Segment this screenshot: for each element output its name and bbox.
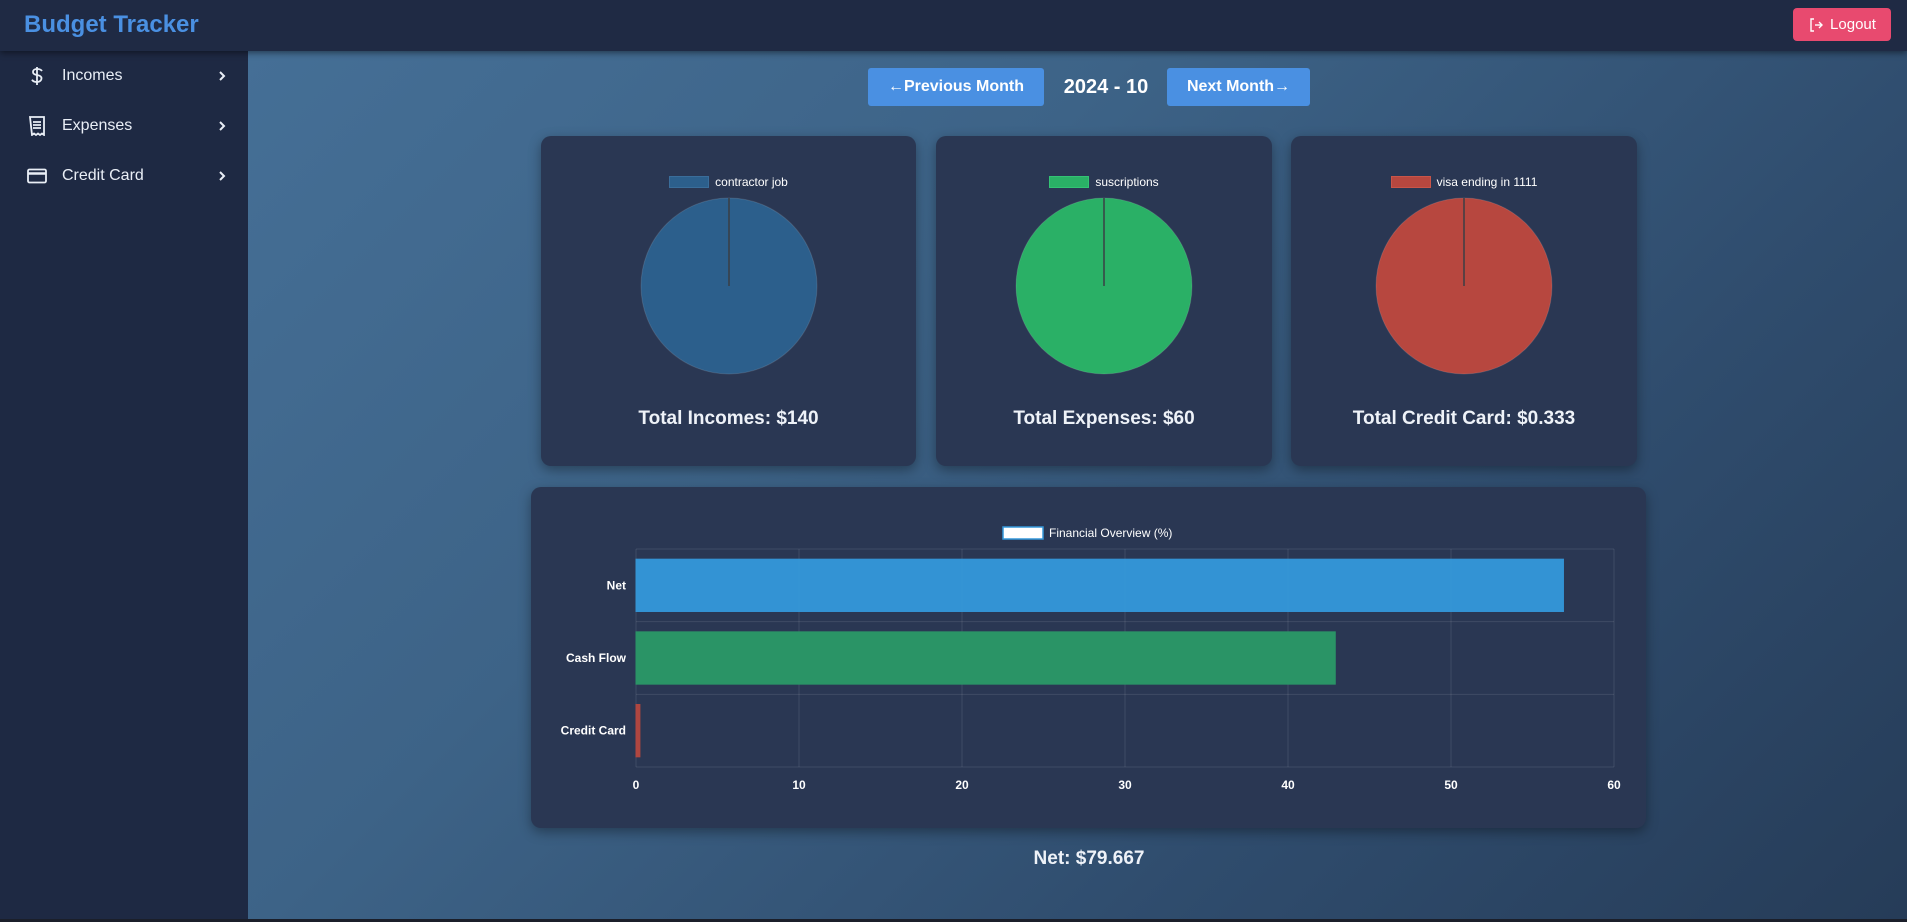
x-tick-label: 50	[1444, 778, 1458, 792]
logout-icon	[1810, 17, 1824, 32]
sidebar-item-label: Incomes	[62, 67, 123, 84]
total-credit-card: Total Credit Card: $0.333	[1352, 408, 1576, 429]
x-tick-label: 60	[1607, 778, 1621, 792]
arrow-right-icon: →	[1274, 78, 1291, 95]
chevron-right-icon	[219, 171, 226, 181]
sidebar-item-label: Credit Card	[62, 167, 144, 184]
legend-label: visa ending in 1111	[1436, 175, 1538, 189]
credit-card-card: visa ending in 1111 Total Credit Card: $…	[1291, 136, 1637, 466]
legend-swatch	[669, 176, 710, 188]
logout-label: Logout	[1830, 16, 1876, 33]
chevron-right-icon	[219, 121, 226, 131]
sidebar-item-credit-card[interactable]: Credit Card	[0, 151, 248, 201]
dollar-icon	[26, 65, 48, 87]
chart-legend[interactable]: visa ending in 1111	[1291, 175, 1637, 189]
current-month: 2024 - 10	[1063, 76, 1149, 98]
app-title: Budget Tracker	[24, 11, 199, 38]
top-bar: Budget Tracker Logout	[0, 0, 1907, 51]
previous-month-label: Previous Month	[903, 78, 1024, 95]
main-content: ← Previous Month 2024 - 10 Next Month → co…	[248, 51, 1907, 922]
sidebar-item-expenses[interactable]: Expenses	[0, 101, 248, 151]
arrow-left-icon: ←	[887, 78, 904, 95]
x-tick-label: 40	[1281, 778, 1295, 792]
category-label: Credit Card	[561, 724, 626, 738]
net-total: Net: $79.667	[1033, 848, 1145, 869]
expenses-card: suscriptions Total Expenses: $60	[936, 136, 1272, 466]
legend-swatch	[1049, 176, 1090, 188]
x-tick-label: 20	[955, 778, 969, 792]
x-tick-label: 30	[1118, 778, 1132, 792]
financial-overview-bar-chart[interactable]: Financial Overview (%) Net Cash Flow Credit…	[531, 487, 1646, 828]
credit-card-icon	[26, 165, 48, 187]
receipt-icon	[26, 115, 48, 137]
sidebar: Incomes Expenses Credit Card	[0, 51, 248, 922]
bar[interactable]	[635, 631, 1336, 685]
incomes-pie-chart[interactable]	[639, 196, 819, 376]
incomes-card: contractor job Total Incomes: $140	[541, 136, 916, 466]
previous-month-button[interactable]: ← Previous Month	[868, 68, 1044, 106]
sidebar-item-incomes[interactable]: Incomes	[0, 51, 248, 101]
credit-card-pie-chart[interactable]	[1374, 196, 1554, 376]
logout-button[interactable]: Logout	[1793, 8, 1891, 41]
category-label: Cash Flow	[566, 651, 627, 665]
next-month-button[interactable]: Next Month →	[1167, 68, 1310, 106]
chart-legend[interactable]: Financial Overview (%)	[1002, 526, 1172, 540]
legend-label: Financial Overview (%)	[1049, 526, 1172, 540]
expenses-pie-chart[interactable]	[1014, 196, 1194, 376]
legend-label: contractor job	[715, 175, 788, 189]
bar[interactable]	[635, 558, 1564, 612]
total-incomes: Total Incomes: $140	[638, 408, 819, 429]
legend-swatch	[1390, 176, 1431, 188]
legend-swatch	[1002, 526, 1044, 540]
financial-overview-card: Financial Overview (%) Net Cash Flow Credit…	[531, 487, 1646, 828]
category-label: Net	[607, 578, 626, 592]
total-expenses: Total Expenses: $60	[1013, 408, 1195, 429]
bar[interactable]	[635, 704, 641, 758]
sidebar-item-label: Expenses	[62, 117, 133, 134]
chevron-right-icon	[219, 71, 226, 81]
x-tick-label: 0	[633, 778, 640, 792]
chart-legend[interactable]: contractor job	[541, 175, 916, 189]
x-tick-label: 10	[792, 778, 806, 792]
chart-legend[interactable]: suscriptions	[936, 175, 1272, 189]
legend-label: suscriptions	[1095, 175, 1159, 189]
next-month-label: Next Month	[1186, 78, 1275, 95]
